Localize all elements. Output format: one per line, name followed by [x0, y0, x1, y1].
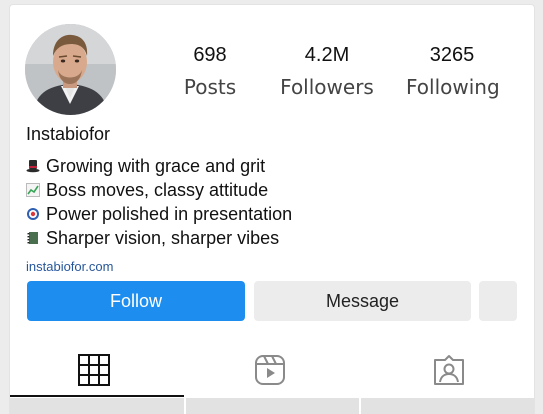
tab-reels[interactable]	[253, 353, 287, 387]
chart-increasing-icon	[26, 183, 44, 197]
profile-username: Instabiofor	[26, 124, 111, 144]
bio-text: Boss moves, classy attitude	[46, 180, 269, 200]
reels-icon	[255, 355, 285, 385]
bio-line: Boss moves, classy attitude	[26, 178, 292, 202]
avatar[interactable]	[25, 24, 116, 115]
following-stat[interactable]: 3265 Following	[406, 43, 500, 99]
bio-line: Sharper vision, sharper vibes	[26, 226, 292, 250]
profile-photo	[25, 24, 116, 115]
grid-icon	[78, 354, 110, 386]
posts-stat[interactable]: 698 Posts	[178, 43, 242, 99]
following-count: 3265	[429, 44, 475, 66]
website-link[interactable]: instabiofor.com	[26, 259, 113, 274]
tab-tagged[interactable]	[432, 353, 466, 387]
follow-button[interactable]: Follow	[27, 281, 245, 321]
followers-label: Followers	[280, 75, 374, 99]
followers-count: 4.2M	[304, 44, 350, 66]
active-tab-indicator	[10, 395, 184, 397]
bio-line: Growing with grace and grit	[26, 154, 292, 178]
bio-line: Power polished in presentation	[26, 202, 292, 226]
followers-stat[interactable]: 4.2M Followers	[268, 43, 386, 99]
posts-label: Posts	[183, 75, 237, 99]
posts-count: 698	[193, 44, 227, 66]
tab-posts-grid[interactable]	[77, 353, 111, 387]
post-thumbnail[interactable]	[361, 398, 534, 414]
bullseye-icon	[26, 207, 44, 221]
notebook-icon	[26, 231, 44, 245]
top-hat-icon	[26, 159, 44, 173]
tagged-icon	[434, 355, 464, 385]
post-thumbnail[interactable]	[10, 398, 184, 414]
message-button[interactable]: Message	[254, 281, 471, 321]
following-label: Following	[406, 75, 500, 99]
bio-text: Growing with grace and grit	[46, 156, 266, 176]
bio-text: Power polished in presentation	[46, 204, 293, 224]
profile-card: 698 Posts 4.2M Followers 3265 Following …	[9, 4, 535, 414]
bio: Growing with grace and grit Boss moves, …	[26, 154, 292, 250]
bio-text: Sharper vision, sharper vibes	[46, 228, 280, 248]
suggested-accounts-button[interactable]	[479, 281, 517, 321]
post-thumbnail[interactable]	[186, 398, 359, 414]
